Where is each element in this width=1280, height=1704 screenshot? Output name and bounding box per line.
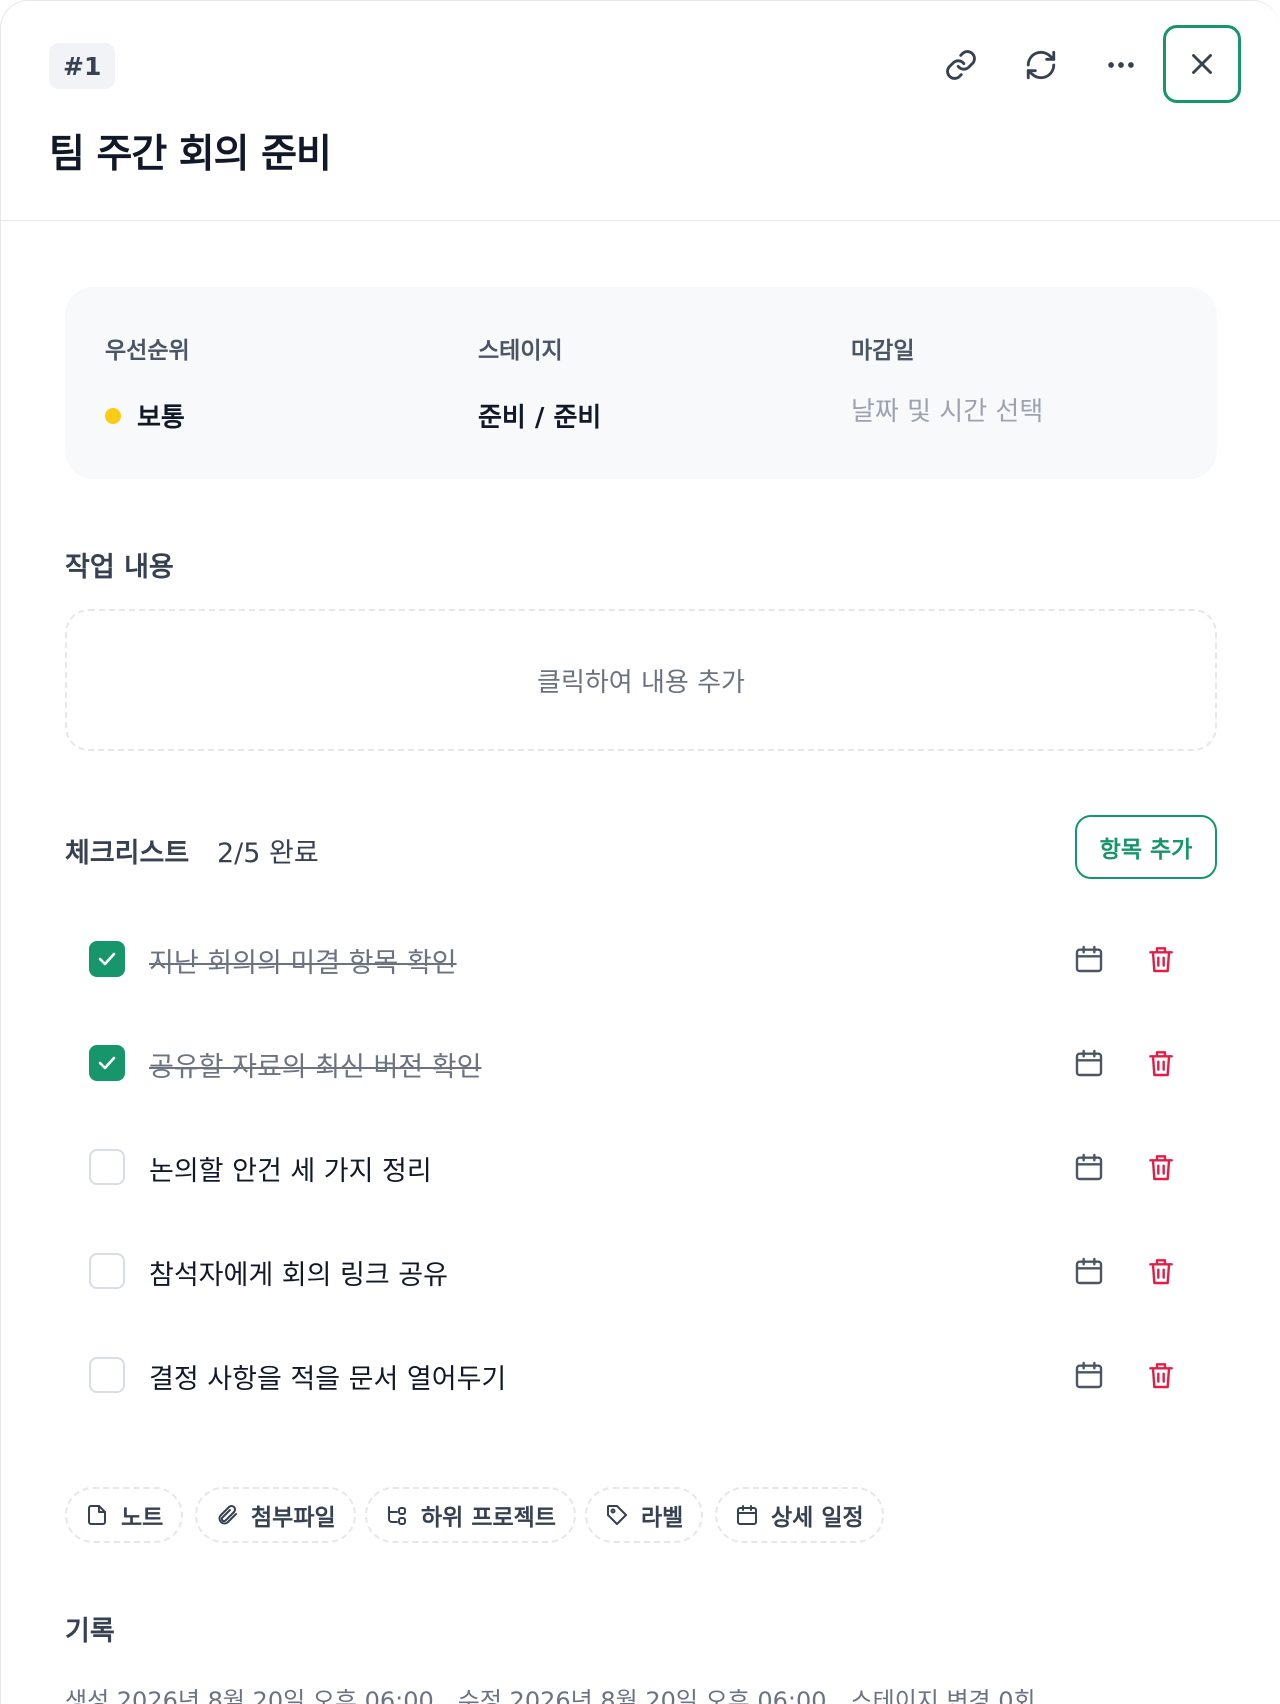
chip-label: 상세 일정 — [771, 1505, 864, 1531]
trash-icon — [1149, 1155, 1173, 1181]
more-options-button[interactable] — [1083, 27, 1159, 103]
due-date-field[interactable]: 마감일 날짜 및 시간 선택 — [851, 331, 1043, 428]
calendar-icon — [1075, 1153, 1103, 1181]
priority-value-text: 보통 — [137, 403, 185, 433]
checklist-item-text[interactable]: 결정 사항을 적을 문서 열어두기 — [149, 1357, 506, 1396]
checklist-progress: 2/5 완료 — [217, 838, 319, 869]
trash-icon — [1149, 1363, 1173, 1389]
delete-item-button[interactable] — [1143, 1253, 1179, 1289]
refresh-button[interactable] — [1003, 27, 1079, 103]
more-horizontal-icon — [1108, 62, 1134, 68]
checklist-item: 지난 회의의 미결 항목 확인 — [65, 919, 1217, 999]
checklist-item-text[interactable]: 참석자에게 회의 링크 공유 — [149, 1253, 448, 1292]
calendar-icon — [1075, 1257, 1103, 1285]
checklist-title: 체크리스트 — [65, 838, 190, 869]
set-item-date-button[interactable] — [1071, 1357, 1107, 1393]
chip-label: 하위 프로젝트 — [421, 1505, 556, 1531]
trash-icon — [1149, 1259, 1173, 1285]
chip-note[interactable]: 노트 — [65, 1487, 184, 1543]
close-button[interactable] — [1163, 25, 1241, 103]
delete-item-button[interactable] — [1143, 941, 1179, 977]
checklist-checkbox[interactable] — [89, 1149, 125, 1185]
record-meta: 생성 2026년 8월 20일 오후 06:00 수정 2026년 8월 20일… — [65, 1681, 1036, 1704]
set-item-date-button[interactable] — [1071, 1045, 1107, 1081]
refresh-icon — [1026, 50, 1056, 80]
task-detail-panel: #1 팀 주간 회의 준비 우선순위 보통 스테이지 준비 / 준비 마감일 날… — [0, 0, 1280, 1704]
task-info-card: 우선순위 보통 스테이지 준비 / 준비 마감일 날짜 및 시간 선택 — [65, 287, 1217, 479]
priority-dot-icon — [105, 407, 121, 424]
note-icon — [88, 1505, 106, 1525]
check-icon — [98, 1056, 116, 1070]
description-title: 작업 내용 — [65, 552, 174, 583]
checklist-item: 논의할 안건 세 가지 정리 — [65, 1127, 1217, 1207]
trash-icon — [1149, 1051, 1173, 1077]
chip-label: 첨부파일 — [251, 1505, 336, 1531]
subproject-icon — [388, 1506, 406, 1525]
paperclip-icon — [218, 1504, 237, 1525]
set-item-date-button[interactable] — [1071, 1253, 1107, 1289]
stage-value[interactable]: 준비 / 준비 — [478, 397, 601, 434]
delete-item-button[interactable] — [1143, 1045, 1179, 1081]
checklist-item: 결정 사항을 적을 문서 열어두기 — [65, 1335, 1217, 1415]
chip-label: 노트 — [121, 1505, 164, 1531]
chip-calendar[interactable]: 상세 일정 — [715, 1487, 884, 1543]
task-title[interactable]: 팀 주간 회의 준비 — [49, 123, 332, 179]
priority-field[interactable]: 우선순위 보통 — [105, 331, 190, 434]
checklist-checkbox[interactable] — [89, 1357, 125, 1393]
chip-subproject[interactable]: 하위 프로젝트 — [365, 1487, 576, 1543]
stage-label: 스테이지 — [478, 338, 563, 364]
checklist-item: 공유할 자료의 최신 버전 확인 — [65, 1023, 1217, 1103]
due-date-picker[interactable]: 날짜 및 시간 선택 — [851, 391, 1043, 428]
chip-label: 라벨 — [641, 1505, 684, 1531]
check-icon — [98, 952, 116, 966]
task-header: #1 팀 주간 회의 준비 — [1, 1, 1280, 221]
task-id-badge: #1 — [49, 43, 116, 89]
copy-link-button[interactable] — [923, 27, 999, 103]
checklist-item-text[interactable]: 지난 회의의 미결 항목 확인 — [149, 941, 457, 980]
delete-item-button[interactable] — [1143, 1357, 1179, 1393]
chip-paperclip[interactable]: 첨부파일 — [195, 1487, 356, 1543]
set-item-date-button[interactable] — [1071, 941, 1107, 977]
set-item-date-button[interactable] — [1071, 1149, 1107, 1185]
description-editor[interactable]: 클릭하여 내용 추가 — [65, 609, 1217, 751]
checklist-checkbox[interactable] — [89, 1045, 125, 1081]
delete-item-button[interactable] — [1143, 1149, 1179, 1185]
created-time: 생성 2026년 8월 20일 오후 06:00 — [65, 1687, 434, 1704]
calendar-icon — [1075, 945, 1103, 973]
add-checklist-item-button[interactable]: 항목 추가 — [1075, 815, 1217, 879]
calendar-icon — [737, 1505, 757, 1525]
link-icon — [946, 50, 976, 80]
checklist-checkbox[interactable] — [89, 941, 125, 977]
checklist-checkbox[interactable] — [89, 1253, 125, 1289]
checklist-item: 참석자에게 회의 링크 공유 — [65, 1231, 1217, 1311]
priority-value[interactable]: 보통 — [105, 397, 190, 434]
priority-label: 우선순위 — [105, 338, 190, 364]
record-title: 기록 — [65, 1616, 115, 1647]
chip-tag[interactable]: 라벨 — [585, 1487, 704, 1543]
stage-field[interactable]: 스테이지 준비 / 준비 — [478, 331, 601, 434]
modified-time: 수정 2026년 8월 20일 오후 06:00 — [457, 1687, 827, 1704]
checklist-item-text[interactable]: 공유할 자료의 최신 버전 확인 — [149, 1045, 481, 1084]
trash-icon — [1149, 947, 1173, 973]
calendar-icon — [1075, 1361, 1103, 1389]
checklist-item-text[interactable]: 논의할 안건 세 가지 정리 — [149, 1149, 432, 1188]
close-icon — [1192, 54, 1212, 74]
due-date-label: 마감일 — [851, 338, 915, 364]
stage-change-count: 스테이지 변경 0회 — [850, 1687, 1036, 1704]
calendar-icon — [1075, 1049, 1103, 1077]
tag-icon — [607, 1505, 627, 1525]
